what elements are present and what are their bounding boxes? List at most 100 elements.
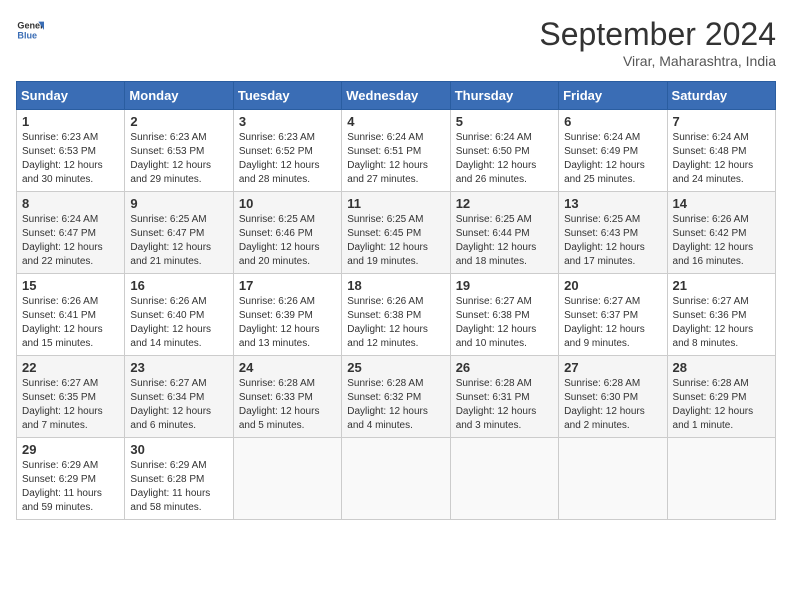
day-number: 5 bbox=[456, 114, 553, 129]
title-area: September 2024 Virar, Maharashtra, India bbox=[539, 16, 776, 69]
day-number: 27 bbox=[564, 360, 661, 375]
day-number: 23 bbox=[130, 360, 227, 375]
calendar-cell: 30 Sunrise: 6:29 AM Sunset: 6:28 PM Dayl… bbox=[125, 438, 233, 520]
day-number: 8 bbox=[22, 196, 119, 211]
calendar-cell bbox=[233, 438, 341, 520]
day-number: 18 bbox=[347, 278, 444, 293]
calendar-cell: 15 Sunrise: 6:26 AM Sunset: 6:41 PM Dayl… bbox=[17, 274, 125, 356]
calendar-cell bbox=[667, 438, 775, 520]
calendar-cell: 21 Sunrise: 6:27 AM Sunset: 6:36 PM Dayl… bbox=[667, 274, 775, 356]
day-number: 30 bbox=[130, 442, 227, 457]
day-header-sunday: Sunday bbox=[17, 82, 125, 110]
calendar-cell: 9 Sunrise: 6:25 AM Sunset: 6:47 PM Dayli… bbox=[125, 192, 233, 274]
day-number: 15 bbox=[22, 278, 119, 293]
day-number: 24 bbox=[239, 360, 336, 375]
day-info: Sunrise: 6:29 AM Sunset: 6:29 PM Dayligh… bbox=[22, 459, 119, 515]
day-number: 25 bbox=[347, 360, 444, 375]
calendar-cell bbox=[450, 438, 558, 520]
day-info: Sunrise: 6:24 AM Sunset: 6:51 PM Dayligh… bbox=[347, 131, 444, 187]
day-info: Sunrise: 6:25 AM Sunset: 6:46 PM Dayligh… bbox=[239, 213, 336, 269]
calendar-week-5: 29 Sunrise: 6:29 AM Sunset: 6:29 PM Dayl… bbox=[17, 438, 776, 520]
day-info: Sunrise: 6:24 AM Sunset: 6:47 PM Dayligh… bbox=[22, 213, 119, 269]
day-info: Sunrise: 6:24 AM Sunset: 6:48 PM Dayligh… bbox=[673, 131, 770, 187]
calendar-cell: 11 Sunrise: 6:25 AM Sunset: 6:45 PM Dayl… bbox=[342, 192, 450, 274]
header: General Blue September 2024 Virar, Mahar… bbox=[16, 16, 776, 69]
day-info: Sunrise: 6:25 AM Sunset: 6:47 PM Dayligh… bbox=[130, 213, 227, 269]
svg-text:Blue: Blue bbox=[17, 30, 37, 40]
day-info: Sunrise: 6:28 AM Sunset: 6:31 PM Dayligh… bbox=[456, 377, 553, 433]
day-info: Sunrise: 6:25 AM Sunset: 6:44 PM Dayligh… bbox=[456, 213, 553, 269]
day-info: Sunrise: 6:27 AM Sunset: 6:34 PM Dayligh… bbox=[130, 377, 227, 433]
calendar-cell: 16 Sunrise: 6:26 AM Sunset: 6:40 PM Dayl… bbox=[125, 274, 233, 356]
day-number: 11 bbox=[347, 196, 444, 211]
day-info: Sunrise: 6:28 AM Sunset: 6:30 PM Dayligh… bbox=[564, 377, 661, 433]
day-info: Sunrise: 6:26 AM Sunset: 6:40 PM Dayligh… bbox=[130, 295, 227, 351]
calendar-week-3: 15 Sunrise: 6:26 AM Sunset: 6:41 PM Dayl… bbox=[17, 274, 776, 356]
day-number: 9 bbox=[130, 196, 227, 211]
day-info: Sunrise: 6:27 AM Sunset: 6:37 PM Dayligh… bbox=[564, 295, 661, 351]
day-info: Sunrise: 6:27 AM Sunset: 6:36 PM Dayligh… bbox=[673, 295, 770, 351]
day-number: 2 bbox=[130, 114, 227, 129]
day-number: 3 bbox=[239, 114, 336, 129]
day-number: 7 bbox=[673, 114, 770, 129]
calendar-cell: 28 Sunrise: 6:28 AM Sunset: 6:29 PM Dayl… bbox=[667, 356, 775, 438]
calendar-cell: 8 Sunrise: 6:24 AM Sunset: 6:47 PM Dayli… bbox=[17, 192, 125, 274]
day-info: Sunrise: 6:28 AM Sunset: 6:29 PM Dayligh… bbox=[673, 377, 770, 433]
day-number: 19 bbox=[456, 278, 553, 293]
day-header-wednesday: Wednesday bbox=[342, 82, 450, 110]
day-info: Sunrise: 6:25 AM Sunset: 6:45 PM Dayligh… bbox=[347, 213, 444, 269]
day-header-monday: Monday bbox=[125, 82, 233, 110]
month-title: September 2024 bbox=[539, 16, 776, 53]
calendar-header-row: SundayMondayTuesdayWednesdayThursdayFrid… bbox=[17, 82, 776, 110]
calendar-cell: 18 Sunrise: 6:26 AM Sunset: 6:38 PM Dayl… bbox=[342, 274, 450, 356]
day-number: 22 bbox=[22, 360, 119, 375]
day-header-friday: Friday bbox=[559, 82, 667, 110]
day-number: 28 bbox=[673, 360, 770, 375]
calendar-table: SundayMondayTuesdayWednesdayThursdayFrid… bbox=[16, 81, 776, 520]
day-info: Sunrise: 6:23 AM Sunset: 6:53 PM Dayligh… bbox=[22, 131, 119, 187]
calendar-cell: 27 Sunrise: 6:28 AM Sunset: 6:30 PM Dayl… bbox=[559, 356, 667, 438]
day-number: 4 bbox=[347, 114, 444, 129]
calendar-cell: 4 Sunrise: 6:24 AM Sunset: 6:51 PM Dayli… bbox=[342, 110, 450, 192]
calendar-cell: 20 Sunrise: 6:27 AM Sunset: 6:37 PM Dayl… bbox=[559, 274, 667, 356]
day-info: Sunrise: 6:28 AM Sunset: 6:32 PM Dayligh… bbox=[347, 377, 444, 433]
day-number: 10 bbox=[239, 196, 336, 211]
calendar-cell: 12 Sunrise: 6:25 AM Sunset: 6:44 PM Dayl… bbox=[450, 192, 558, 274]
calendar-cell: 17 Sunrise: 6:26 AM Sunset: 6:39 PM Dayl… bbox=[233, 274, 341, 356]
location-subtitle: Virar, Maharashtra, India bbox=[539, 53, 776, 69]
day-info: Sunrise: 6:26 AM Sunset: 6:39 PM Dayligh… bbox=[239, 295, 336, 351]
calendar-week-4: 22 Sunrise: 6:27 AM Sunset: 6:35 PM Dayl… bbox=[17, 356, 776, 438]
calendar-cell: 24 Sunrise: 6:28 AM Sunset: 6:33 PM Dayl… bbox=[233, 356, 341, 438]
day-number: 26 bbox=[456, 360, 553, 375]
day-header-thursday: Thursday bbox=[450, 82, 558, 110]
calendar-cell bbox=[559, 438, 667, 520]
day-info: Sunrise: 6:29 AM Sunset: 6:28 PM Dayligh… bbox=[130, 459, 227, 515]
day-number: 20 bbox=[564, 278, 661, 293]
day-info: Sunrise: 6:26 AM Sunset: 6:42 PM Dayligh… bbox=[673, 213, 770, 269]
calendar-cell: 5 Sunrise: 6:24 AM Sunset: 6:50 PM Dayli… bbox=[450, 110, 558, 192]
day-number: 13 bbox=[564, 196, 661, 211]
day-number: 16 bbox=[130, 278, 227, 293]
day-number: 17 bbox=[239, 278, 336, 293]
calendar-cell: 6 Sunrise: 6:24 AM Sunset: 6:49 PM Dayli… bbox=[559, 110, 667, 192]
calendar-week-1: 1 Sunrise: 6:23 AM Sunset: 6:53 PM Dayli… bbox=[17, 110, 776, 192]
day-number: 12 bbox=[456, 196, 553, 211]
day-number: 1 bbox=[22, 114, 119, 129]
calendar-body: 1 Sunrise: 6:23 AM Sunset: 6:53 PM Dayli… bbox=[17, 110, 776, 520]
calendar-cell: 26 Sunrise: 6:28 AM Sunset: 6:31 PM Dayl… bbox=[450, 356, 558, 438]
day-info: Sunrise: 6:27 AM Sunset: 6:38 PM Dayligh… bbox=[456, 295, 553, 351]
day-number: 21 bbox=[673, 278, 770, 293]
day-info: Sunrise: 6:24 AM Sunset: 6:50 PM Dayligh… bbox=[456, 131, 553, 187]
calendar-cell bbox=[342, 438, 450, 520]
day-info: Sunrise: 6:27 AM Sunset: 6:35 PM Dayligh… bbox=[22, 377, 119, 433]
day-info: Sunrise: 6:25 AM Sunset: 6:43 PM Dayligh… bbox=[564, 213, 661, 269]
calendar-cell: 7 Sunrise: 6:24 AM Sunset: 6:48 PM Dayli… bbox=[667, 110, 775, 192]
day-number: 29 bbox=[22, 442, 119, 457]
day-info: Sunrise: 6:23 AM Sunset: 6:52 PM Dayligh… bbox=[239, 131, 336, 187]
calendar-cell: 23 Sunrise: 6:27 AM Sunset: 6:34 PM Dayl… bbox=[125, 356, 233, 438]
calendar-cell: 14 Sunrise: 6:26 AM Sunset: 6:42 PM Dayl… bbox=[667, 192, 775, 274]
calendar-cell: 19 Sunrise: 6:27 AM Sunset: 6:38 PM Dayl… bbox=[450, 274, 558, 356]
calendar-cell: 10 Sunrise: 6:25 AM Sunset: 6:46 PM Dayl… bbox=[233, 192, 341, 274]
calendar-cell: 2 Sunrise: 6:23 AM Sunset: 6:53 PM Dayli… bbox=[125, 110, 233, 192]
day-info: Sunrise: 6:26 AM Sunset: 6:38 PM Dayligh… bbox=[347, 295, 444, 351]
